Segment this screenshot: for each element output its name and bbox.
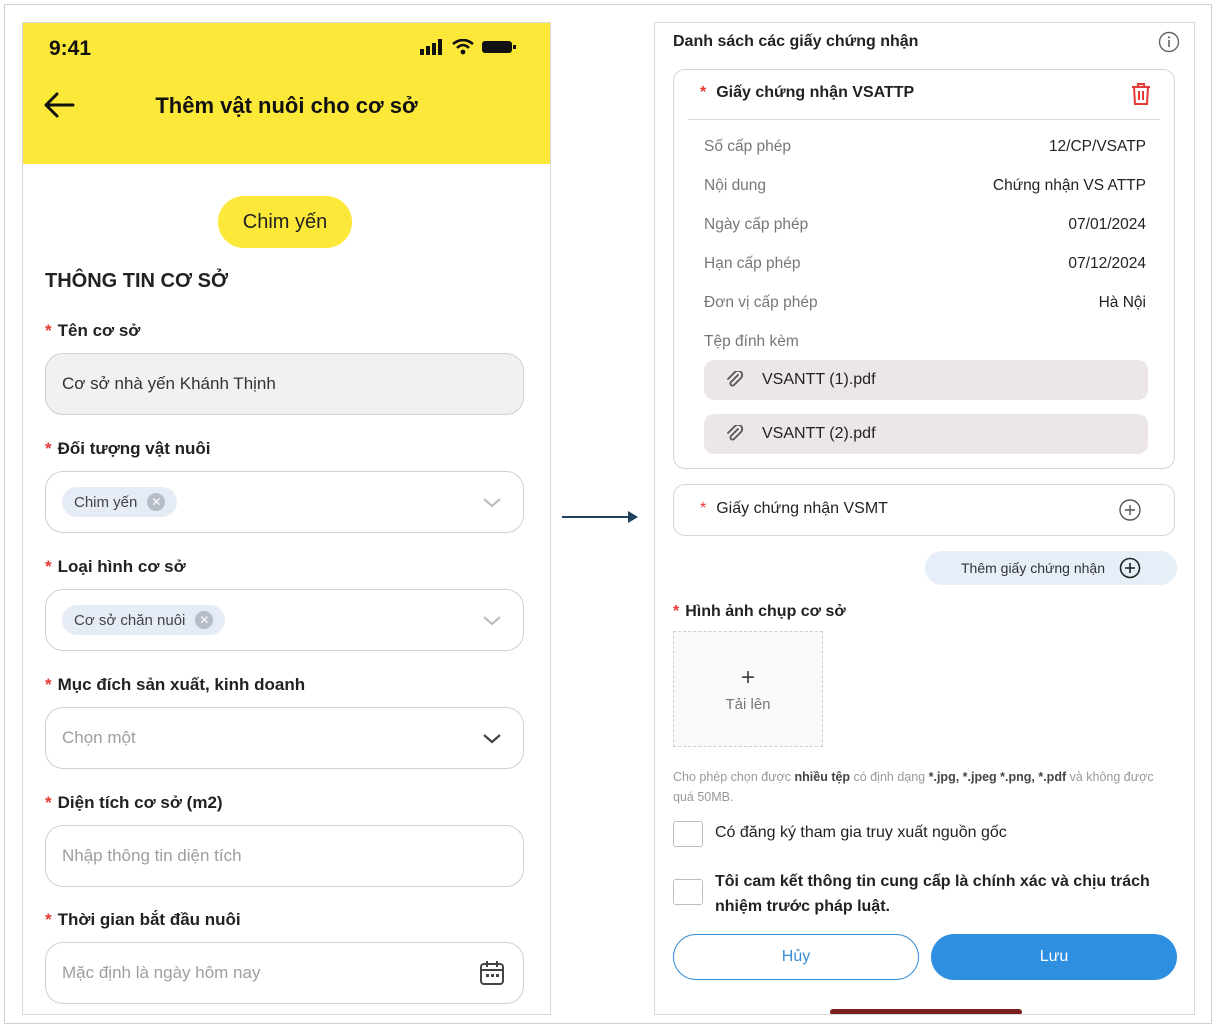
cert-card-vsmt[interactable]: * Giấy chứng nhận VSMT: [673, 484, 1175, 536]
start-label: * Thời gian bắt đầu nuôi: [45, 910, 241, 929]
type-label: * Loại hình cơ sở: [45, 557, 186, 576]
animal-chip: Chim yến ✕: [62, 487, 178, 517]
add-certificate-button[interactable]: Thêm giấy chứng nhận: [925, 551, 1177, 585]
upload-label: Tải lên: [725, 695, 771, 713]
add-certificate-label: Thêm giấy chứng nhận: [960, 560, 1105, 576]
trash-icon[interactable]: [1130, 82, 1152, 106]
cert-row: Ngày cấp phép 07/01/2024: [704, 216, 1146, 233]
purpose-select[interactable]: Chọn một: [45, 707, 524, 769]
attachment-file[interactable]: VSANTT (2).pdf: [704, 414, 1148, 454]
back-arrow-icon[interactable]: [43, 91, 75, 119]
wifi-icon: [452, 39, 474, 55]
attachment-file[interactable]: VSANTT (1).pdf: [704, 360, 1148, 400]
attachment-name: VSANTT (1).pdf: [762, 371, 876, 388]
chip-remove-icon[interactable]: ✕: [147, 493, 166, 511]
commitment-checkbox[interactable]: [673, 879, 703, 905]
animal-label: * Đối tượng vật nuôi: [45, 439, 211, 458]
traceability-label: Có đăng ký tham gia truy xuất nguồn gốc: [715, 824, 1007, 841]
chip-remove-icon[interactable]: ✕: [195, 611, 214, 629]
commitment-checkbox-row[interactable]: Tôi cam kết thông tin cung cấp là chính …: [673, 869, 1173, 919]
facility-name-value: Cơ sở nhà yến Khánh Thịnh: [62, 374, 276, 393]
battery-icon: [482, 41, 516, 53]
save-button[interactable]: Lưu: [931, 934, 1177, 980]
facility-type-select[interactable]: Cơ sở chăn nuôi ✕: [45, 589, 524, 651]
name-label: * Tên cơ sở: [45, 321, 141, 340]
attachment-name: VSANTT (2).pdf: [762, 425, 876, 442]
cert-card-vsattp: * Giấy chứng nhận VSATTP Số cấp phép 12/CP…: [673, 69, 1175, 469]
species-pill[interactable]: Chim yến: [218, 196, 352, 248]
divider: [688, 119, 1160, 120]
status-icons: [420, 39, 516, 55]
purpose-label: * Mục đích sản xuất, kinh doanh: [45, 675, 306, 694]
chevron-down-icon: [483, 616, 501, 626]
plus-circle-icon: [1119, 557, 1141, 579]
chevron-down-icon: [483, 498, 501, 508]
start-date-input[interactable]: Mặc định là ngày hôm nay: [45, 942, 524, 1004]
cert-title: * Giấy chứng nhận VSATTP: [700, 84, 915, 101]
image-label: * Hình ảnh chụp cơ sở: [673, 603, 846, 620]
cert-row: Nội dung Chứng nhận VS ATTP: [704, 177, 1146, 194]
expand-plus-icon[interactable]: [1118, 498, 1142, 522]
flow-arrow-icon: [562, 511, 638, 523]
traceability-checkbox[interactable]: [673, 821, 703, 847]
start-placeholder: Mặc định là ngày hôm nay: [62, 963, 261, 982]
info-icon[interactable]: [1158, 31, 1180, 53]
home-indicator: [830, 1009, 1022, 1014]
page-title: Thêm vật nuôi cho cơ sở: [155, 93, 418, 118]
status-time: 9:41: [49, 37, 92, 60]
cancel-button[interactable]: Hủy: [673, 934, 919, 980]
plus-icon: +: [740, 663, 755, 691]
calendar-icon[interactable]: [479, 960, 505, 986]
cert-row: Hạn cấp phép 07/12/2024: [704, 255, 1146, 272]
animal-select[interactable]: Chim yến ✕: [45, 471, 524, 533]
section-title: THÔNG TIN CƠ SỞ: [45, 270, 229, 292]
commitment-label: Tôi cam kết thông tin cung cấp là chính …: [715, 873, 1150, 915]
signal-icon: [420, 39, 442, 55]
cert-title: * Giấy chứng nhận VSMT: [700, 500, 888, 517]
attach-label: Tệp đính kèm: [704, 333, 799, 350]
cert-list-heading: Danh sách các giấy chứng nhận: [673, 33, 919, 50]
purpose-placeholder: Chọn một: [62, 728, 136, 747]
chevron-down-icon: [483, 734, 501, 744]
certificate-screen: Danh sách các giấy chứng nhận * Giấy chứn…: [654, 22, 1195, 1015]
area-input[interactable]: Nhập thông tin diện tích: [45, 825, 524, 887]
area-label: * Diện tích cơ sở (m2): [45, 793, 223, 812]
header-bar: 9:41 Thêm vật nuôi cho cơ sở: [23, 23, 550, 164]
cert-row: Số cấp phép 12/CP/VSATP: [704, 138, 1146, 155]
upload-button[interactable]: + Tải lên: [673, 631, 823, 747]
cert-row: Đơn vị cấp phép Hà Nội: [704, 294, 1146, 311]
paperclip-icon: [727, 425, 744, 441]
area-placeholder: Nhập thông tin diện tích: [62, 846, 242, 865]
upload-note: Cho phép chọn được nhiều tệp có định dạn…: [673, 770, 1154, 804]
add-livestock-screen: 9:41 Thêm vật nuôi cho cơ sở Chim yến TH…: [22, 22, 551, 1015]
type-chip: Cơ sở chăn nuôi ✕: [62, 605, 226, 635]
paperclip-icon: [727, 371, 744, 387]
facility-name-input[interactable]: Cơ sở nhà yến Khánh Thịnh: [45, 353, 524, 415]
traceability-checkbox-row[interactable]: Có đăng ký tham gia truy xuất nguồn gốc: [673, 821, 1007, 847]
